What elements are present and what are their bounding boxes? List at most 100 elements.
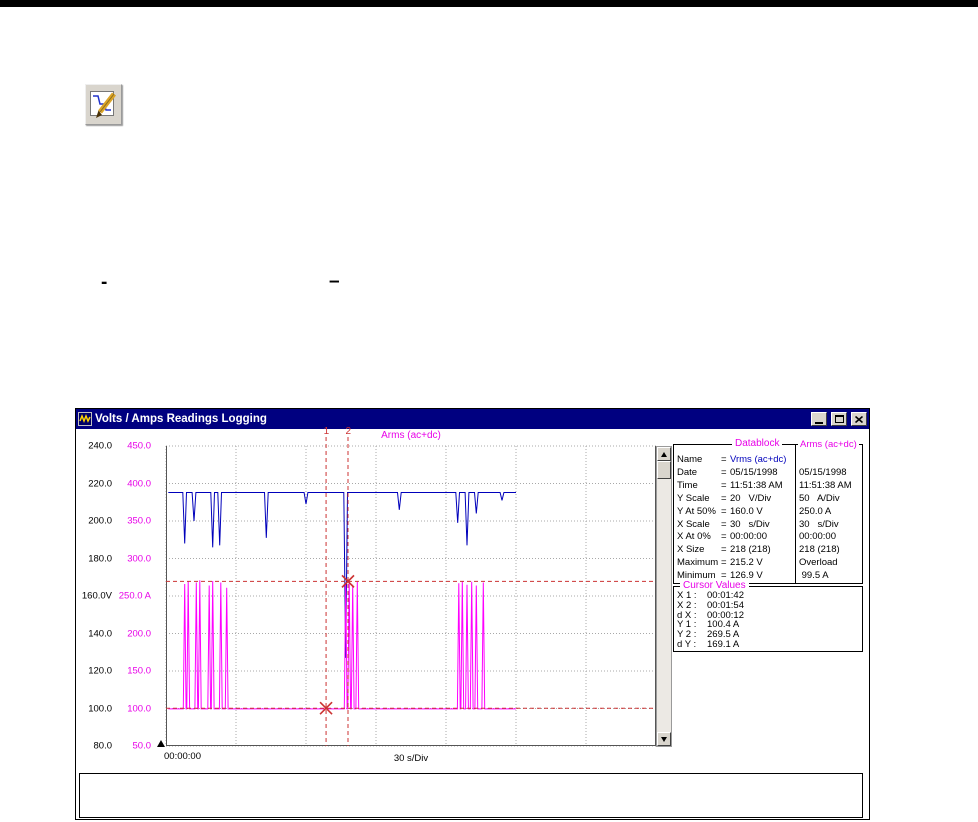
datablock-arms-value — [792, 454, 799, 467]
window-titlebar[interactable]: Volts / Amps Readings Logging — [76, 409, 869, 429]
datablock-row: X Scale = 30 s/Div 30 s/Div — [674, 519, 862, 532]
amps-axis-label: 250.0 A — [118, 590, 151, 602]
cursor-value: 169.1 A — [707, 638, 740, 650]
equals-sign: = — [721, 505, 727, 517]
minimize-button[interactable] — [811, 412, 827, 426]
datablock-row-label: Name — [677, 454, 703, 465]
datablock-arms-value: 218 (218) — [799, 544, 840, 556]
amps-axis-label: 400.0 — [127, 478, 151, 489]
equals-sign: = — [721, 531, 727, 543]
chart-log-toolbar-button[interactable] — [85, 84, 122, 125]
cursor-value-row: d X :00:00:12 — [677, 610, 862, 621]
volts-axis-label: 100.0 — [88, 703, 112, 714]
cursor-values-panel: Cursor Values X 1 :00:01:42 X 2 :00:01:54… — [673, 580, 863, 652]
datablock-vrms-value: 11:51:38 AM — [730, 479, 783, 491]
arrow-up-icon — [661, 451, 667, 457]
active-waveform-title: Arms (ac+dc) — [381, 430, 441, 441]
top-black-bar — [0, 0, 978, 7]
scroll-down-button[interactable] — [657, 732, 671, 746]
amps-axis-label: 50.0 — [132, 740, 152, 752]
vertical-scrollbar[interactable] — [656, 446, 672, 747]
datablock-arms-value: 250.0 A — [799, 505, 832, 517]
volts-axis-label: 240.0 — [88, 440, 112, 452]
volts-axis-labels: 240.0 220.0 200.0 180.0 160.0V 140.0 120.0 100.… — [76, 441, 113, 752]
datablock-arms-value: 05/15/1998 — [799, 466, 847, 478]
datablock-row-label: X Size — [677, 544, 705, 556]
datablock-rows: Name = Vrms (ac+dc) Date = 05/15/1998 05/15/19… — [674, 454, 862, 583]
volts-axis-label: 120.0 — [88, 665, 112, 677]
equals-sign: = — [721, 544, 727, 556]
amps-axis-label: 100.0 — [127, 703, 151, 714]
window-title: Volts / Amps Readings Logging — [95, 413, 267, 425]
volts-axis-label: 140.0 — [88, 628, 112, 639]
datablock-arms-value: 11:51:38 AM — [799, 479, 852, 491]
datablock-arms-value: 50 A/Div — [799, 492, 840, 504]
x-axis-marker-triangle — [157, 740, 165, 747]
close-icon — [855, 415, 863, 423]
waveform-plot[interactable]: 12 — [165, 426, 657, 747]
datablock-row: Date = 05/15/1998 05/15/1998 — [674, 467, 862, 480]
scroll-up-button[interactable] — [657, 447, 671, 461]
equals-sign: = — [721, 492, 727, 504]
datablock-vrms-value: 05/15/1998 — [730, 466, 778, 478]
datablock-vrms-value: 160.0 V — [730, 505, 763, 517]
cursor-number-label: 1 — [324, 426, 330, 437]
volts-axis-label: 180.0 — [88, 553, 112, 564]
equals-sign: = — [721, 466, 727, 478]
datablock-row: Time = 11:51:38 AM 11:51:38 AM — [674, 480, 862, 493]
cursor-value-row: Y 1 :100.4 A — [677, 620, 862, 630]
equals-sign: = — [721, 479, 727, 491]
maximize-icon — [834, 415, 844, 423]
datablock-arms-value: 30 s/Div — [799, 518, 839, 530]
datablock-vrms-value: 00:00:00 — [730, 531, 767, 543]
volts-axis-label: 80.0 — [93, 740, 113, 752]
minimize-icon — [815, 421, 823, 424]
status-message-box: Logging of Readings; Vrms(ac+dc) and Arm… — [79, 773, 863, 818]
volts-axis-label: 160.0V — [81, 590, 112, 602]
cursor-value-row: X 2 :00:01:54 — [677, 600, 862, 611]
datablock-row-label: Date — [677, 466, 698, 478]
amps-axis-label: 150.0 — [127, 665, 151, 677]
datablock-row-label: Maximum — [677, 557, 719, 569]
datablock-row-label: X Scale — [677, 518, 710, 530]
datablock-row-label: X At 0% — [677, 531, 711, 543]
chart-pencil-icon — [89, 90, 116, 118]
datablock-arms-value: 99.5 A — [799, 570, 829, 582]
volts-axis-label: 200.0 — [88, 515, 112, 527]
faint-dash-1: - — [101, 272, 108, 293]
datablock-row-label: Time — [677, 479, 698, 491]
datablock-row: Name = Vrms (ac+dc) — [674, 454, 862, 467]
datablock-row: X Size = 218 (218) 218 (218) — [674, 544, 862, 557]
volts-axis-label: 220.0 — [88, 478, 112, 489]
equals-sign: = — [721, 518, 727, 530]
equals-sign: = — [721, 454, 727, 465]
datablock-legend: Datablock — [732, 438, 783, 450]
volts-amps-window: Volts / Amps Readings Logging Arms (ac+d… — [75, 408, 870, 820]
maximize-button[interactable] — [831, 412, 847, 426]
close-button[interactable] — [851, 412, 867, 426]
scrollbar-thumb[interactable] — [657, 461, 671, 479]
datablock-row: Maximum = 215.2 V Overload — [674, 557, 862, 570]
faint-dash-2: – — [329, 271, 340, 292]
datablock-row: Y At 50% = 160.0 V 250.0 A — [674, 506, 862, 519]
cursor-value-row: Y 2 :269.5 A — [677, 630, 862, 640]
amps-axis-label: 300.0 — [127, 553, 151, 564]
app-icon — [78, 412, 92, 426]
datablock-arms-header: Arms (ac+dc) — [798, 439, 859, 450]
datablock-row-label: Y At 50% — [677, 505, 716, 517]
cursor-value-row: d Y : 169.1 A — [677, 640, 862, 650]
cursor-values-rows: X 1 :00:01:42 X 2 :00:01:54 d X :00:00:12 Y… — [677, 591, 862, 650]
datablock-arms-value: 00:00:00 — [799, 531, 836, 543]
datablock-vrms-value: 218 (218) — [730, 544, 771, 556]
cursor-number-label: 2 — [346, 426, 352, 437]
datablock-row: Y Scale = 20 V/Div 50 A/Div — [674, 493, 862, 506]
cursor-value-row: X 1 :00:01:42 — [677, 591, 862, 601]
x-axis-div-label: 30 s/Div — [393, 753, 429, 764]
datablock-vrms-value: 30 s/Div — [730, 518, 770, 530]
datablock-vrms-value: 215.2 V — [730, 557, 763, 569]
datablock-vrms-value: Vrms (ac+dc) — [730, 454, 787, 465]
cursor-value-label: d Y : — [677, 638, 697, 650]
arms-waveform — [168, 580, 516, 710]
arrow-down-icon — [661, 736, 667, 742]
equals-sign: = — [721, 557, 727, 569]
